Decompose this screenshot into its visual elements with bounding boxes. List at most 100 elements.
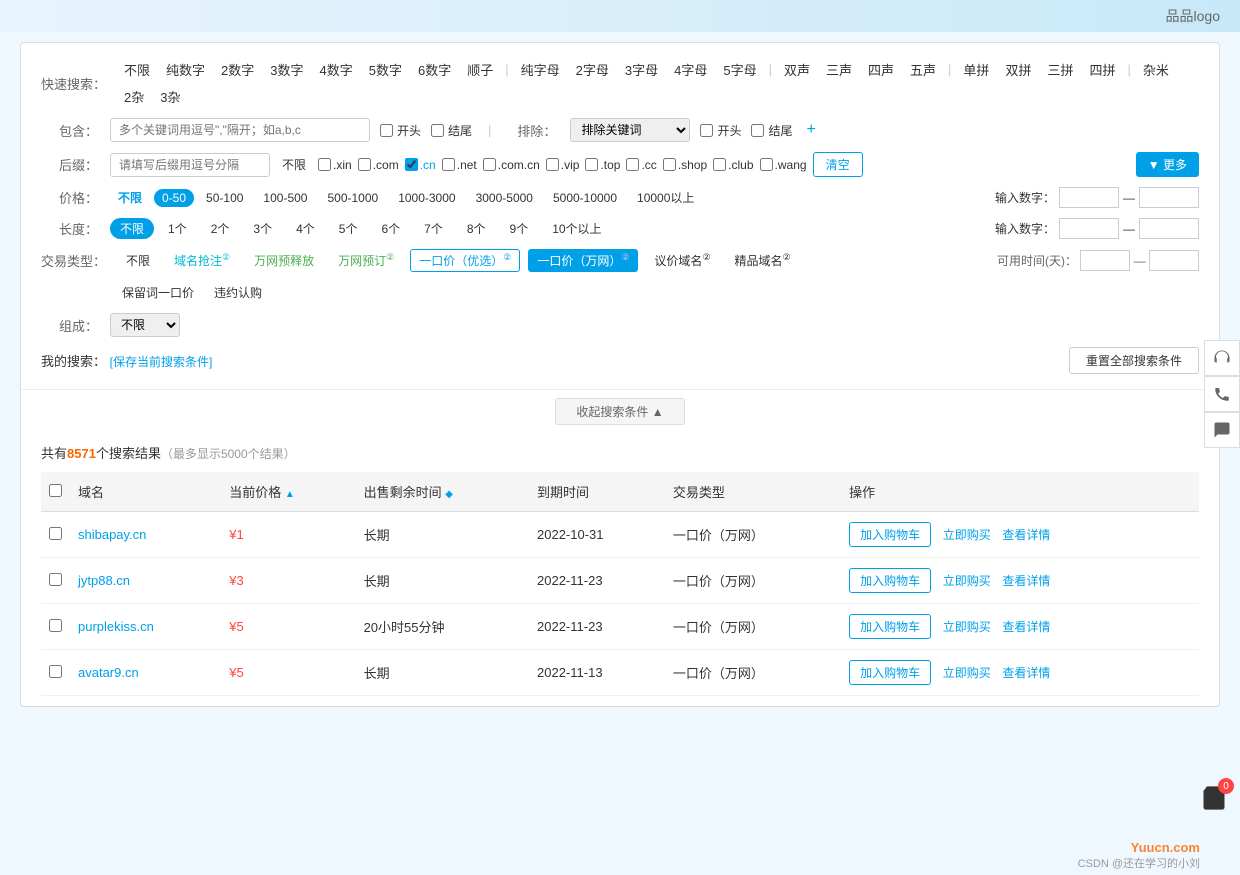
suffix-unlimited-btn[interactable]: 不限 [276,154,312,175]
message-icon[interactable] [1204,412,1240,448]
domain-link[interactable]: purplekiss.cn [78,619,154,634]
view-detail-link[interactable]: 查看详情 [1002,574,1050,588]
price-tag-1000-3000[interactable]: 1000-3000 [390,189,463,207]
tag-3za[interactable]: 3杂 [154,85,186,108]
len-tag-6[interactable]: 6个 [371,218,410,239]
suffix-shop-checkbox[interactable] [663,158,676,171]
suffix-top[interactable]: .top [585,158,620,172]
plus-button[interactable]: + [806,121,815,139]
tag-triple-pinyin[interactable]: 三拼 [1041,58,1079,81]
suffix-top-checkbox[interactable] [585,158,598,171]
domain-link[interactable]: shibapay.cn [78,527,146,542]
trade-fixed-wannet[interactable]: 一口价（万网）② [528,249,638,272]
suffix-wang-checkbox[interactable] [760,158,773,171]
domain-link[interactable]: jytp88.cn [78,573,130,588]
more-suffix-button[interactable]: ▼ 更多 [1136,152,1199,177]
tag-4tone[interactable]: 四声 [862,58,900,81]
trade-negotiate[interactable]: 议价域名② [646,250,718,271]
tag-double-tone[interactable]: 双声 [778,58,816,81]
exclude-select[interactable]: 排除关键词 [570,118,690,142]
collapse-button[interactable]: 收起搜索条件 ▲ [555,398,684,425]
suffix-comcn-checkbox[interactable] [483,158,496,171]
cart-area[interactable]: 0 [1200,784,1228,815]
tag-pure-letter[interactable]: 纯字母 [515,58,566,81]
tag-2letter[interactable]: 2字母 [570,58,615,81]
price-tag-100-500[interactable]: 100-500 [255,189,315,207]
buy-now-link[interactable]: 立即购买 [943,528,991,542]
include-start-checkbox[interactable] [380,124,393,137]
domain-link[interactable]: avatar9.cn [78,665,139,680]
headset-icon[interactable] [1204,340,1240,376]
price-tag-5000-10000[interactable]: 5000-10000 [545,189,625,207]
suffix-cc[interactable]: .cc [626,158,656,172]
tag-3letter[interactable]: 3字母 [619,58,664,81]
suffix-cn-checkbox[interactable] [405,158,418,171]
tag-5number[interactable]: 5数字 [363,58,408,81]
trade-breach[interactable]: 违约认购 [206,282,270,303]
tag-6number[interactable]: 6数字 [412,58,457,81]
suffix-input[interactable] [110,153,270,177]
select-all-checkbox[interactable] [49,484,62,497]
suffix-club[interactable]: .club [713,158,753,172]
include-input[interactable] [110,118,370,142]
exclude-start-checkbox[interactable] [700,124,713,137]
len-tag-8[interactable]: 8个 [457,218,496,239]
len-tag-3[interactable]: 3个 [243,218,282,239]
tag-4number[interactable]: 4数字 [314,58,359,81]
suffix-net[interactable]: .net [442,158,477,172]
exclude-start-label[interactable]: 开头 [717,122,741,139]
view-detail-link[interactable]: 查看详情 [1002,528,1050,542]
price-tag-10000plus[interactable]: 10000以上 [629,187,702,208]
trade-wannet-release[interactable]: 万网预释放 [246,250,322,271]
add-cart-button[interactable]: 加入购物车 [849,568,931,593]
trade-unlimited[interactable]: 不限 [118,250,158,271]
trade-premium[interactable]: 精品域名② [727,250,799,271]
suffix-shop[interactable]: .shop [663,158,707,172]
suffix-comcn[interactable]: .com.cn [483,158,540,172]
len-tag-1[interactable]: 1个 [158,218,197,239]
suffix-net-checkbox[interactable] [442,158,455,171]
tag-2number[interactable]: 2数字 [215,58,260,81]
buy-now-link[interactable]: 立即购买 [943,620,991,634]
view-detail-link[interactable]: 查看详情 [1002,666,1050,680]
tag-single-pinyin[interactable]: 单拼 [957,58,995,81]
len-tag-10plus[interactable]: 10个以上 [542,218,611,239]
add-cart-button[interactable]: 加入购物车 [849,522,931,547]
suffix-vip-checkbox[interactable] [546,158,559,171]
include-start-label[interactable]: 开头 [397,122,421,139]
row-checkbox[interactable] [49,619,62,632]
avail-days-max[interactable] [1149,250,1199,271]
row-checkbox[interactable] [49,527,62,540]
include-end-label[interactable]: 结尾 [448,122,472,139]
tag-shunzi[interactable]: 顺子 [461,58,499,81]
buy-now-link[interactable]: 立即购买 [943,666,991,680]
suffix-com[interactable]: .com [358,158,399,172]
suffix-vip[interactable]: .vip [546,158,580,172]
price-tag-500-1000[interactable]: 500-1000 [319,189,386,207]
exclude-end-label[interactable]: 结尾 [768,122,792,139]
tag-zami[interactable]: 杂米 [1137,58,1175,81]
compose-select[interactable]: 不限 [110,313,180,337]
tag-double-pinyin[interactable]: 双拼 [999,58,1037,81]
tag-2za[interactable]: 2杂 [118,85,150,108]
length-min-input[interactable] [1059,218,1119,239]
tag-5letter[interactable]: 5字母 [717,58,762,81]
add-cart-button[interactable]: 加入购物车 [849,614,931,639]
avail-days-min[interactable] [1080,250,1130,271]
length-max-input[interactable] [1139,218,1199,239]
tag-3tone[interactable]: 三声 [820,58,858,81]
price-max-input[interactable] [1139,187,1199,208]
price-tag-3000-5000[interactable]: 3000-5000 [468,189,541,207]
suffix-wang[interactable]: .wang [760,158,807,172]
price-min-input[interactable] [1059,187,1119,208]
trade-wannet-preorder[interactable]: 万网预订② [330,250,402,271]
save-search-link[interactable]: [保存当前搜索条件] [110,355,213,369]
row-checkbox[interactable] [49,573,62,586]
len-tag-9[interactable]: 9个 [500,218,539,239]
trade-fixed-preferred[interactable]: 一口价（优选）② [410,249,520,272]
price-tag-unlimited[interactable]: 不限 [110,187,150,208]
len-tag-4[interactable]: 4个 [286,218,325,239]
price-tag-50-100[interactable]: 50-100 [198,189,251,207]
trade-grab[interactable]: 域名抢注② [166,250,238,271]
suffix-cc-checkbox[interactable] [626,158,639,171]
